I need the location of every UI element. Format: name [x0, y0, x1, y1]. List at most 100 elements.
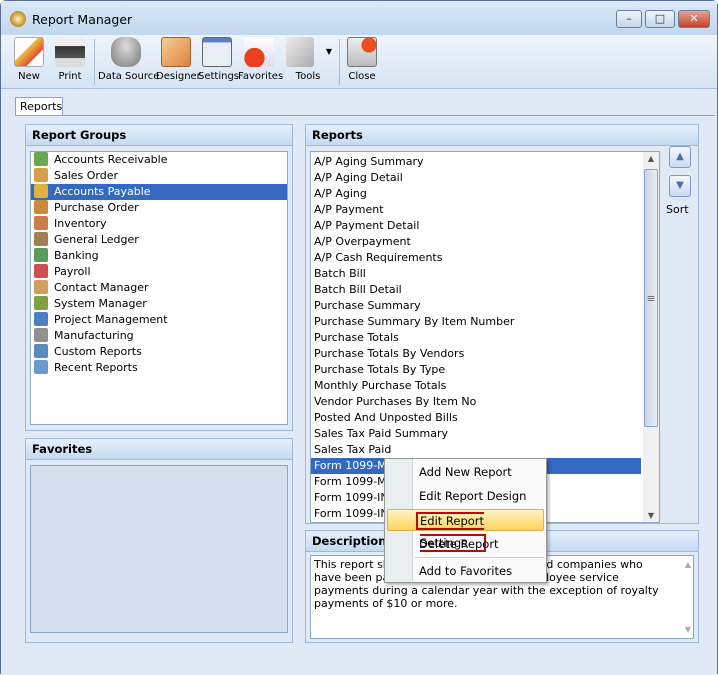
report-group-item[interactable]: Accounts Payable [31, 184, 287, 200]
report-group-label: Inventory [54, 217, 107, 230]
group-icon [34, 200, 48, 214]
database-icon [111, 37, 141, 67]
group-icon [34, 264, 48, 278]
report-item[interactable]: Purchase Totals By Vendors [311, 346, 641, 362]
report-group-item[interactable]: Payroll [31, 264, 287, 280]
report-item[interactable]: Sales Tax Paid [311, 442, 641, 458]
report-group-label: Custom Reports [54, 345, 142, 358]
report-item[interactable]: A/P Aging Detail [311, 170, 641, 186]
report-item[interactable]: Purchase Totals By Type [311, 362, 641, 378]
close-button[interactable]: ✕ [678, 10, 710, 28]
report-item[interactable]: Batch Bill Detail [311, 282, 641, 298]
report-group-item[interactable]: Custom Reports [31, 344, 287, 360]
report-group-label: Accounts Payable [54, 185, 151, 198]
report-item[interactable]: A/P Payment Detail [311, 218, 641, 234]
close-report-manager-button[interactable]: Close [344, 35, 380, 89]
close-window-icon [347, 37, 377, 67]
title-bar: Report Manager – □ ✕ [1, 1, 717, 35]
reports-scrollbar[interactable]: ▲ ≡ ▼ [643, 152, 659, 522]
report-groups-header: Report Groups [26, 125, 292, 146]
tools-icon [286, 37, 314, 67]
report-group-label: Contact Manager [54, 281, 149, 294]
report-group-label: Accounts Receivable [54, 153, 168, 166]
group-icon [34, 360, 48, 374]
report-item[interactable]: A/P Aging [311, 186, 641, 202]
group-icon [34, 248, 48, 262]
tools-dropdown-arrow-icon[interactable]: ▼ [326, 47, 332, 56]
menu-add-to-favorites[interactable]: Add to Favorites [387, 560, 544, 582]
report-item[interactable]: A/P Cash Requirements [311, 250, 641, 266]
sort-up-button[interactable]: ▲ [669, 146, 691, 168]
group-icon [34, 344, 48, 358]
sort-down-button[interactable]: ▼ [669, 175, 691, 197]
menu-add-new-report[interactable]: Add New Report [387, 461, 544, 483]
app-icon [10, 11, 26, 27]
reports-scrollbar-thumb[interactable]: ≡ [644, 169, 658, 427]
group-icon [34, 232, 48, 246]
group-icon [34, 312, 48, 326]
report-item[interactable]: Vendor Purchases By Item No [311, 394, 641, 410]
report-item[interactable]: A/P Aging Summary [311, 154, 641, 170]
report-group-label: General Ledger [54, 233, 139, 246]
favorites-button[interactable]: Favorites [238, 35, 283, 89]
group-icon [34, 328, 48, 342]
favorites-panel: Favorites [25, 438, 293, 643]
report-item[interactable]: Sales Tax Paid Summary [311, 426, 641, 442]
report-group-label: Sales Order [54, 169, 119, 182]
report-group-item[interactable]: System Manager [31, 296, 287, 312]
minimize-button[interactable]: – [616, 10, 642, 28]
menu-delete-report[interactable]: Delete Report [387, 533, 544, 555]
report-item[interactable]: A/P Payment [311, 202, 641, 218]
report-group-item[interactable]: Recent Reports [31, 360, 287, 376]
tools-button[interactable]: Tools ▼ [284, 35, 332, 89]
reports-header: Reports [306, 125, 698, 146]
report-group-item[interactable]: Contact Manager [31, 280, 287, 296]
report-group-item[interactable]: Banking [31, 248, 287, 264]
tab-reports[interactable]: Reports [15, 97, 63, 116]
report-group-item[interactable]: Inventory [31, 216, 287, 232]
group-icon [34, 184, 48, 198]
data-source-button[interactable]: Data Source [98, 35, 159, 89]
report-group-item[interactable]: General Ledger [31, 232, 287, 248]
menu-edit-report-settings[interactable]: Edit Report Settings [387, 509, 544, 552]
report-item[interactable]: Purchase Totals [311, 330, 641, 346]
settings-button[interactable]: Settings [198, 35, 239, 89]
report-item[interactable]: Batch Bill [311, 266, 641, 282]
group-icon [34, 168, 48, 182]
report-group-label: Banking [54, 249, 99, 262]
report-groups-panel: Report Groups Accounts Receivable Sales O… [25, 124, 293, 431]
report-group-item[interactable]: Accounts Receivable [31, 152, 287, 168]
report-group-label: Purchase Order [54, 201, 139, 214]
report-group-item[interactable]: Sales Order [31, 168, 287, 184]
group-icon [34, 216, 48, 230]
favorites-list[interactable] [30, 465, 288, 633]
report-group-item[interactable]: Purchase Order [31, 200, 287, 216]
maximize-button[interactable]: □ [645, 10, 675, 28]
group-icon [34, 280, 48, 294]
favorites-header: Favorites [26, 439, 292, 460]
toolbar: New Print Data Source Designer Settings … [1, 35, 717, 89]
context-menu: Add New Report Edit Report Design Edit R… [384, 458, 547, 583]
report-item[interactable]: A/P Overpayment [311, 234, 641, 250]
group-icon [34, 152, 48, 166]
designer-button[interactable]: Designer [156, 35, 201, 89]
reports-tab-content: Report Groups Accounts Receivable Sales O… [15, 115, 715, 661]
report-group-item[interactable]: Manufacturing [31, 328, 287, 344]
print-button[interactable]: Print [51, 35, 89, 89]
report-group-label: Recent Reports [54, 361, 138, 374]
new-button[interactable]: New [11, 35, 47, 89]
window-title: Report Manager [32, 12, 133, 27]
tab-area: Reports Report Groups Accounts Receivabl… [1, 89, 717, 675]
settings-icon [202, 37, 232, 67]
group-icon [34, 296, 48, 310]
report-item[interactable]: Purchase Summary [311, 298, 641, 314]
printer-icon [55, 37, 85, 67]
report-groups-list: Accounts Receivable Sales Order Accounts P… [30, 151, 288, 425]
report-item[interactable]: Monthly Purchase Totals [311, 378, 641, 394]
report-group-label: Payroll [54, 265, 91, 278]
report-group-item[interactable]: Project Management [31, 312, 287, 328]
report-item[interactable]: Posted And Unposted Bills [311, 410, 641, 426]
menu-edit-report-design[interactable]: Edit Report Design [387, 485, 544, 507]
report-group-label: Project Management [54, 313, 168, 326]
report-item[interactable]: Purchase Summary By Item Number [311, 314, 641, 330]
